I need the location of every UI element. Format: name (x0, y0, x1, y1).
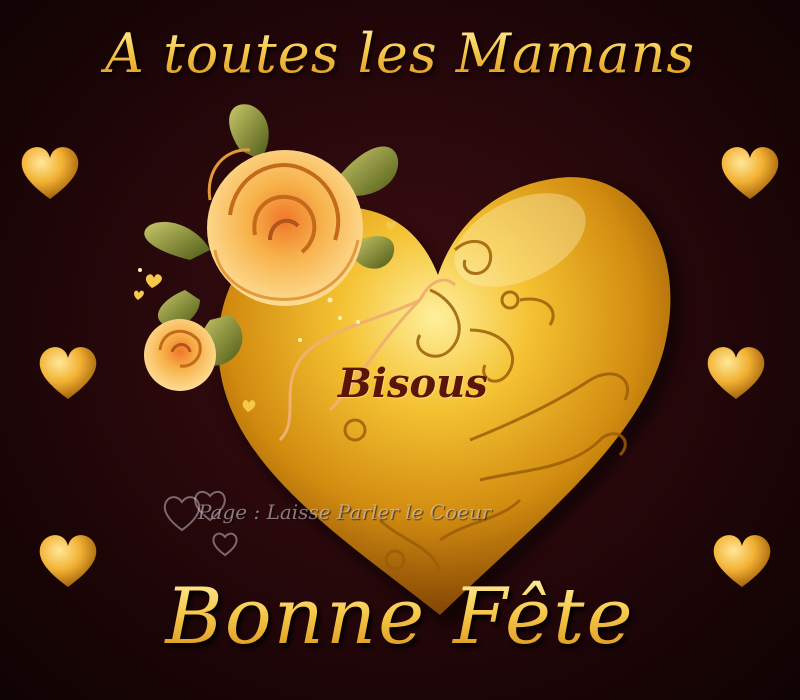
heart-text: Bisous (338, 360, 488, 407)
golden-rose-icon (207, 148, 363, 306)
greeting-card: A toutes les Mamans Bisous Page: Laisse… (0, 0, 800, 700)
card-footer: Bonne Fête (0, 572, 800, 662)
small-rose-icon (144, 319, 216, 391)
watermark-text: Page : Laisse Parler le Coeur (198, 500, 492, 524)
